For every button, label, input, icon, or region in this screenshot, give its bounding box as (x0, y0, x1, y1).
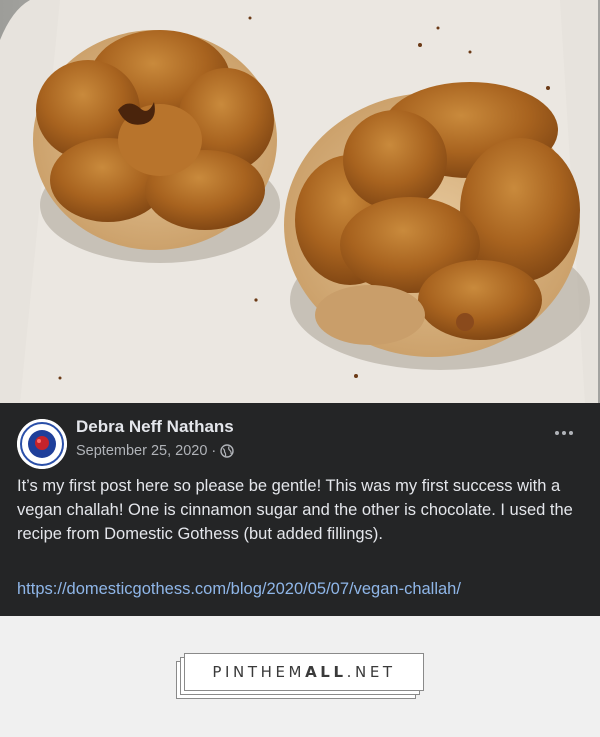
brand-name: PINTHEMALL.NET (212, 663, 395, 681)
recipe-link[interactable]: https://domesticgothess.com/blog/2020/05… (17, 580, 461, 599)
brand-logo[interactable]: PINTHEMALL.NET (176, 653, 424, 699)
logo-card-front: PINTHEMALL.NET (184, 653, 424, 691)
brand-part-2: ALL (305, 663, 347, 681)
facebook-post: Debra Neff Nathans September 25, 2020 · … (0, 403, 600, 616)
post-date[interactable]: September 25, 2020 (76, 443, 207, 459)
avatar[interactable] (17, 419, 67, 469)
site-footer: PINTHEMALL.NET (0, 616, 600, 737)
globe-icon[interactable] (220, 444, 234, 458)
group-logo-icon (17, 419, 67, 469)
left-challah (33, 30, 277, 250)
post-meta: September 25, 2020 · (76, 443, 234, 459)
challah-photo-graphic (0, 0, 600, 403)
more-dot (569, 431, 573, 435)
more-options-button[interactable] (552, 427, 576, 439)
brand-part-3: .NET (346, 663, 396, 681)
more-options-icon (555, 431, 559, 435)
post-photo[interactable] (0, 0, 600, 403)
more-dot (562, 431, 566, 435)
post-body-text: It’s my first post here so please be gen… (17, 477, 573, 543)
meta-separator: · (211, 443, 217, 459)
author-name[interactable]: Debra Neff Nathans (76, 417, 234, 437)
brand-part-1: PINTHEM (212, 663, 306, 681)
